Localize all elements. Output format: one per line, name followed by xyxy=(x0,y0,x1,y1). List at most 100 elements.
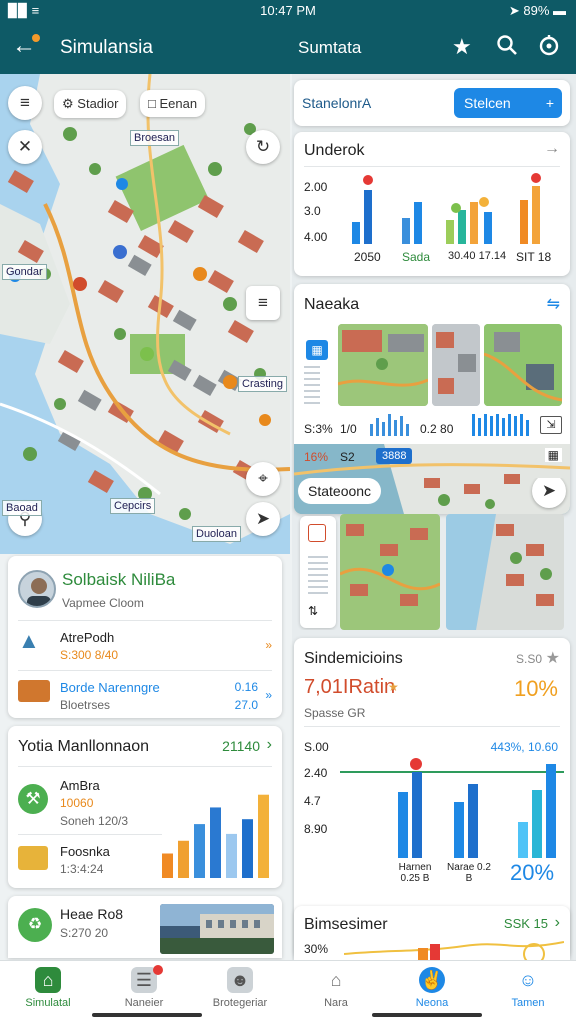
house-icon xyxy=(18,846,48,870)
map-chip-eenan[interactable]: □ Eenan xyxy=(140,90,206,117)
nav-item-news[interactable]: ☰ Naneier xyxy=(96,965,192,1009)
map-thumbnail[interactable] xyxy=(338,324,428,406)
nav-label: Tamen xyxy=(511,997,545,1009)
tools-icon[interactable]: ✕ xyxy=(8,130,42,164)
map-thumbnail[interactable] xyxy=(484,324,562,406)
mini-bars xyxy=(472,414,529,436)
search-icon[interactable] xyxy=(496,34,518,62)
thumbnail-strip[interactable]: ⇅ xyxy=(300,516,336,628)
building-icon xyxy=(18,680,50,702)
grid-icon: ▦ xyxy=(306,340,328,360)
chip-label: Eenan xyxy=(159,96,198,111)
stateoonc-section: Stateoonc ➤ ⇅ xyxy=(294,478,570,630)
building-icon: ⌂ xyxy=(330,970,342,990)
route-icon[interactable]: ≡ xyxy=(246,286,280,320)
row-right-top: 0.16 xyxy=(234,680,258,694)
nav-item-profile[interactable]: ☻ Brotegeriar xyxy=(192,967,288,1009)
row-value: S:300 8/40 xyxy=(60,648,119,662)
search-input[interactable] xyxy=(302,90,452,116)
home-indicator xyxy=(372,1013,482,1017)
home-indicator xyxy=(92,1013,202,1017)
map-thumbnail[interactable] xyxy=(432,324,480,406)
y-tick: 2.00 xyxy=(304,180,328,194)
sindemicioins-bar-chart xyxy=(340,758,564,858)
runner-icon: ✌ xyxy=(419,967,445,993)
notification-dot xyxy=(32,34,40,42)
list-icon xyxy=(308,556,328,596)
layers-icon[interactable]: ≡ xyxy=(8,86,42,120)
map-label: Baoad xyxy=(2,500,42,516)
map-label: Gondar xyxy=(2,264,47,280)
big-stat: 7,01IRatin xyxy=(304,676,396,698)
bar xyxy=(162,853,173,878)
bimsesimer-card[interactable]: Bimsesimer SSK 15 › 30% xyxy=(294,906,570,960)
nav-item-account[interactable]: ☺ Tamen xyxy=(480,967,576,1009)
expand-icon[interactable]: ⇲ xyxy=(540,416,562,434)
nav-label: Simulatal xyxy=(25,997,71,1009)
y-tick: 4.00 xyxy=(304,230,328,244)
navigate-icon[interactable]: ➤ xyxy=(246,502,280,536)
stat-value: S2 xyxy=(340,450,355,464)
app-bar: ← Simulansia Sumtata ★ xyxy=(0,22,576,74)
star-icon[interactable]: ★ xyxy=(546,648,560,668)
map-chip-stadior[interactable]: ⚙ Stadior xyxy=(54,90,127,118)
x-label: 2050 xyxy=(354,250,381,264)
star-icon[interactable]: ★ xyxy=(452,34,472,60)
nav-label: Naneier xyxy=(124,997,164,1009)
y-tick: 4.7 xyxy=(304,794,321,808)
map-label: Crasting xyxy=(238,376,287,392)
chevron-right-icon[interactable]: » xyxy=(265,638,272,652)
news-icon: ☰ xyxy=(131,965,163,993)
nav-item-buildings[interactable]: ⌂ Nara xyxy=(288,967,384,1009)
card-title: Underok xyxy=(304,142,365,159)
city-map[interactable]: ≡ ⚙ Stadior □ Eenan ✕ ↻ ≡ ⌖ ➤ ⚲ Broesan … xyxy=(0,74,290,554)
bar xyxy=(258,794,269,878)
navigate-icon[interactable]: ➤ xyxy=(532,478,566,508)
bar xyxy=(178,840,189,878)
row-title: AmBra xyxy=(60,778,100,793)
arrow-right-icon[interactable]: → xyxy=(544,140,560,158)
plus-icon: + xyxy=(545,95,554,111)
section-title: Sumtata xyxy=(298,38,362,57)
chevron-right-icon[interactable]: › xyxy=(267,736,272,754)
row-value: 10060 xyxy=(60,796,94,810)
filter-icon: ⚙ xyxy=(62,96,78,111)
mini-bars xyxy=(370,414,409,436)
maintenance-card[interactable]: Yotia Manllonnaon 21140 › ⚒ AmBra 10060 … xyxy=(8,726,282,888)
nav-item-activity[interactable]: ✌ Neona xyxy=(384,967,480,1009)
battery-status: ➤ 89% ▬ xyxy=(508,3,566,18)
y-tick: 2.40 xyxy=(304,766,328,780)
share-icon[interactable]: ⇋ xyxy=(547,294,560,314)
square-icon: □ xyxy=(148,96,160,111)
card-title: Heae Ro8 xyxy=(60,906,124,922)
search-button[interactable]: Stelcen + xyxy=(454,88,562,118)
chevron-right-icon[interactable]: › xyxy=(555,914,560,932)
row-title: AtrePodh xyxy=(60,630,115,645)
y-tick: 8.90 xyxy=(304,822,328,836)
compass-icon[interactable]: ↻ xyxy=(246,130,280,164)
locate-icon[interactable]: ⌖ xyxy=(246,462,280,496)
x-label: SIT 18 xyxy=(516,250,552,264)
map-thumbnail[interactable] xyxy=(446,514,564,630)
big-percent: 10% xyxy=(513,676,558,701)
profile-name: Solbaisk NiliBa xyxy=(62,570,176,589)
settings-icon[interactable] xyxy=(538,34,560,62)
chevron-right-icon[interactable]: » xyxy=(265,688,272,702)
search-bar[interactable]: Stelcen + xyxy=(294,80,570,126)
card-title: Sindemicioins xyxy=(304,650,403,667)
stat-value: 30% xyxy=(304,942,329,956)
map-thumbnail[interactable] xyxy=(340,514,440,630)
row-right-bottom: 27.0 xyxy=(234,698,258,712)
home-icon: ⌂ xyxy=(35,967,61,993)
nav-item-home[interactable]: ⌂ Simulatal xyxy=(0,967,96,1009)
grid-icon[interactable]: ▦ xyxy=(544,448,562,462)
property-card[interactable]: ♻ Heae Ro8 S:270 20 xyxy=(8,896,282,958)
profile-card[interactable]: Solbaisk NiliBa Vapmee Cloom ▲ AtrePodh … xyxy=(8,556,282,718)
y-tick: 3.0 xyxy=(304,204,321,218)
map-label: Cepcirs xyxy=(110,498,156,514)
building-photo xyxy=(160,904,274,954)
card-title: Bimsesimer xyxy=(304,916,388,933)
tool-icon: ⚒ xyxy=(18,784,48,814)
x-label: Narae 0.2 B xyxy=(447,862,491,884)
underok-card[interactable]: Underok → 2.00 3.0 4.00 2050 Sada 30.40 … xyxy=(294,132,570,276)
